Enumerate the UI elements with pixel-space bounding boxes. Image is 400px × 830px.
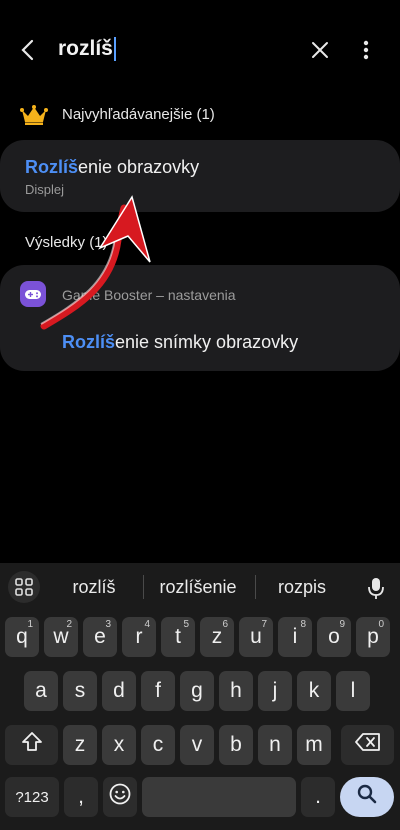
key-label: i [292,625,298,648]
key-label: z [211,625,223,648]
key-label: o [328,625,340,648]
suggestion-2[interactable]: rozlíšenie [148,577,248,598]
symbols-key[interactable]: ?123 [5,777,59,817]
key-label: ?123 [15,788,49,806]
key-label: k [308,679,320,702]
key-label: r [135,625,143,648]
key-label: f [155,679,161,702]
key-label: a [35,679,47,702]
key-j[interactable]: j [258,671,292,711]
key-m[interactable]: m [297,725,331,765]
mic-icon[interactable] [362,574,390,602]
key-w[interactable]: w2 [44,617,78,657]
key-s[interactable]: s [63,671,97,711]
key-hint: 4 [144,619,150,630]
annotation-arrow [40,195,151,330]
key-label: d [113,679,125,702]
suggestion-divider [143,575,144,599]
key-z[interactable]: z6 [200,617,234,657]
key-label: v [191,733,203,756]
key-label: c [152,733,164,756]
key-r[interactable]: r4 [122,617,156,657]
key-t[interactable]: t5 [161,617,195,657]
key-p[interactable]: p0 [356,617,390,657]
backspace-icon [354,731,382,759]
key-l[interactable]: l [336,671,370,711]
suggestion-divider [255,575,256,599]
key-v[interactable]: v [180,725,214,765]
emoji-key[interactable] [103,777,137,817]
key-label: x [113,733,125,756]
search-icon [355,782,379,812]
key-q[interactable]: q1 [5,617,39,657]
key-label: , [78,785,84,808]
key-hint: 1 [27,619,33,630]
key-label: h [230,679,242,702]
key-label: j [272,679,278,702]
key-label: n [269,733,281,756]
key-label: l [350,679,356,702]
key-z[interactable]: z [63,725,97,765]
key-f[interactable]: f [141,671,175,711]
key-hint: 8 [300,619,306,630]
key-hint: 0 [378,619,384,630]
key-g[interactable]: g [180,671,214,711]
key-label: m [305,733,323,756]
key-hint: 2 [66,619,72,630]
key-x[interactable]: x [102,725,136,765]
key-b[interactable]: b [219,725,253,765]
key-label: q [16,625,28,648]
key-label: . [315,785,321,808]
key-hint: 5 [183,619,189,630]
key-u[interactable]: u7 [239,617,273,657]
key-label: u [250,625,262,648]
backspace-key[interactable] [341,725,394,765]
key-hint: 3 [105,619,111,630]
emoji-icon [108,782,132,812]
key-k[interactable]: k [297,671,331,711]
comma-key[interactable]: , [64,777,98,817]
key-label: g [191,679,203,702]
key-label: t [175,625,181,648]
key-hint: 9 [339,619,345,630]
suggestion-3[interactable]: rozpis [260,577,344,598]
key-c[interactable]: c [141,725,175,765]
key-a[interactable]: a [24,671,58,711]
grid-icon[interactable] [8,571,40,603]
key-o[interactable]: o9 [317,617,351,657]
key-label: b [230,733,242,756]
key-label: s [74,679,86,702]
suggestion-1[interactable]: rozlíš [52,577,136,598]
key-e[interactable]: e3 [83,617,117,657]
period-key[interactable]: . [301,777,335,817]
key-label: p [367,625,379,648]
search-key[interactable] [340,777,394,817]
key-h[interactable]: h [219,671,253,711]
key-hint: 6 [222,619,228,630]
shift-icon [20,730,44,760]
shift-key[interactable] [5,725,58,765]
key-i[interactable]: i8 [278,617,312,657]
key-n[interactable]: n [258,725,292,765]
key-label: e [94,625,106,648]
key-hint: 7 [261,619,267,630]
key-label: z [74,733,86,756]
space-key[interactable] [142,777,296,817]
key-d[interactable]: d [102,671,136,711]
